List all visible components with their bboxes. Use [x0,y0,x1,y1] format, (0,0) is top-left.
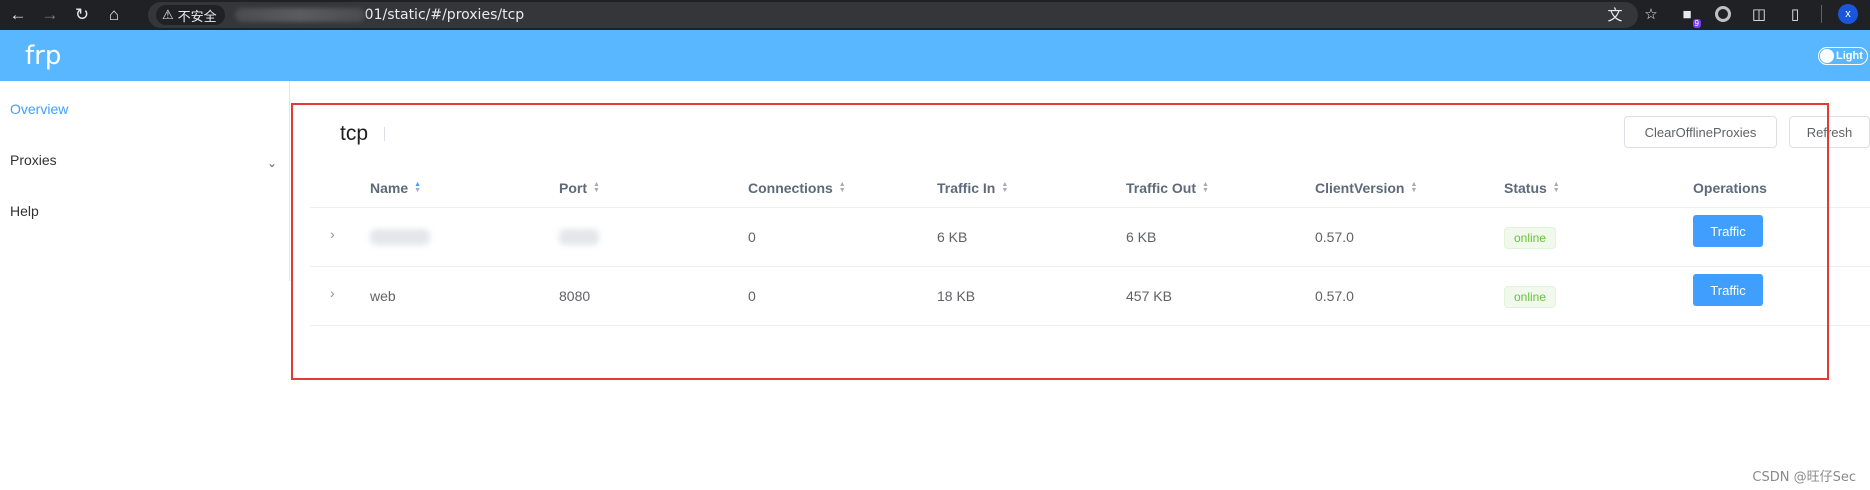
traffic-button[interactable]: Traffic [1693,215,1763,247]
record-extension-icon[interactable] [1713,4,1733,24]
url-redacted [234,8,365,22]
table-row: › 0 6 KB 6 KB 0.57.0 online Traffic [310,208,1870,267]
sort-icon[interactable]: ▲ ▼ [1202,181,1209,194]
cell-connections: 0 [748,229,756,245]
url-text: 01/static/#/proxies/tcp [364,7,525,23]
sidebar-item-proxies[interactable]: Proxies [10,152,57,168]
translate-icon[interactable]: 文 [1605,4,1625,24]
sidebar: Overview Proxies ⌄ Help [0,81,290,281]
column-header-traffic-out[interactable]: Traffic Out ▲ ▼ [1126,180,1209,196]
column-header-traffic-in[interactable]: Traffic In ▲ ▼ [937,180,1008,196]
home-icon[interactable]: ⌂ [100,1,128,29]
column-header-client-version[interactable]: ClientVersion ▲ ▼ [1315,180,1417,196]
column-header-status[interactable]: Status ▲ ▼ [1504,180,1560,196]
sort-icon[interactable]: ▲ ▼ [1001,181,1008,194]
expand-row-icon[interactable]: › [330,226,335,242]
sidebar-item-overview[interactable]: Overview [10,101,68,117]
extension-icon[interactable]: ■ 9 [1677,4,1701,28]
security-label: 不安全 [177,8,217,24]
toggle-knob [1820,49,1834,63]
puzzle-icon[interactable]: ◫ [1749,4,1769,24]
status-badge: online [1504,227,1557,249]
clear-offline-proxies-button[interactable]: ClearOfflineProxies [1624,116,1777,148]
title-divider [384,127,385,141]
expand-row-icon[interactable]: › [330,285,335,301]
sidebar-item-help[interactable]: Help [10,203,39,219]
cell-traffic-out: 457 KB [1126,288,1172,304]
back-arrow-icon[interactable]: ← [4,1,32,29]
side-panel-icon[interactable]: ▯ [1785,4,1805,24]
redacted-port [559,229,599,245]
column-header-name[interactable]: Name ▲ ▼ [370,180,421,196]
column-header-port[interactable]: Port ▲ ▼ [559,180,600,196]
status-badge: online [1504,286,1557,308]
cell-client-version: 0.57.0 [1315,229,1354,245]
forward-arrow-icon[interactable]: → [36,1,64,29]
extension-badge: 9 [1692,19,1701,28]
cell-traffic-in: 6 KB [937,229,968,245]
cell-traffic-out: 6 KB [1126,229,1157,245]
table-header: Name ▲ ▼ Port ▲ ▼ Connections ▲ ▼ Traffic I… [310,170,1870,208]
theme-toggle[interactable]: Light [1818,47,1868,65]
extensions-area: 文 ☆ ■ 9 ◫ ▯ x [1605,4,1858,28]
toolbar-divider [1821,5,1822,23]
chevron-down-icon[interactable]: ⌄ [267,156,277,170]
bookmark-star-icon[interactable]: ☆ [1641,4,1661,24]
sort-icon[interactable]: ▲ ▼ [1410,181,1417,194]
reload-icon[interactable]: ↻ [68,1,96,29]
sort-icon[interactable]: ▲ ▼ [414,181,421,194]
page-title: tcp [340,122,369,145]
watermark: CSDN @旺仔Sec [1752,470,1856,485]
browser-toolbar: ← → ↻ ⌂ ⚠ 不安全 01/static/#/proxies/tcp 文 … [0,0,1870,30]
redacted-name [370,229,430,245]
brand-logo[interactable]: frp [25,41,61,71]
sort-icon[interactable]: ▲ ▼ [593,181,600,194]
column-header-connections[interactable]: Connections ▲ ▼ [748,180,846,196]
cell-client-version: 0.57.0 [1315,288,1354,304]
sort-icon[interactable]: ▲ ▼ [1553,181,1560,194]
warning-icon: ⚠ [162,7,174,22]
theme-label: Light [1836,50,1863,62]
app-header: frp Light [0,30,1870,81]
sort-icon[interactable]: ▲ ▼ [839,181,846,194]
cell-port: 8080 [559,288,591,304]
cell-connections: 0 [748,288,756,304]
cell-name: web [370,288,396,304]
profile-avatar[interactable]: x [1838,4,1858,24]
table-row: › web 8080 0 18 KB 457 KB 0.57.0 online … [310,267,1870,326]
cell-traffic-in: 18 KB [937,288,976,304]
address-bar[interactable]: ⚠ 不安全 01/static/#/proxies/tcp [148,2,1638,28]
traffic-button[interactable]: Traffic [1693,274,1763,306]
refresh-button[interactable]: Refresh [1789,116,1870,148]
security-indicator[interactable]: ⚠ 不安全 [156,5,225,25]
column-header-operations: Operations [1693,180,1767,196]
proxies-table: Name ▲ ▼ Port ▲ ▼ Connections ▲ ▼ Traffic I… [310,170,1870,326]
